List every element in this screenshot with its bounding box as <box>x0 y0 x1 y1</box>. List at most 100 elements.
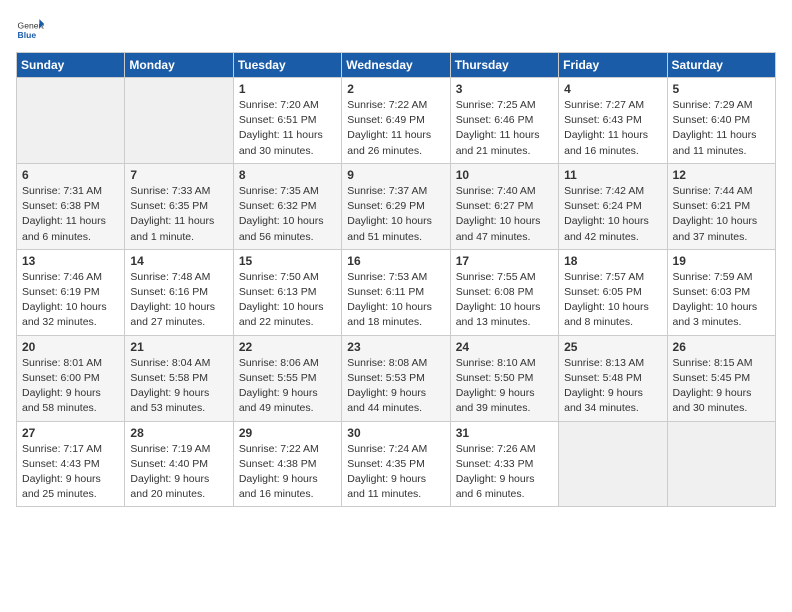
day-number: 11 <box>564 168 661 182</box>
day-number: 19 <box>673 254 770 268</box>
day-number: 26 <box>673 340 770 354</box>
calendar-week-3: 13 Sunrise: 7:46 AM Sunset: 6:19 PM Dayli… <box>17 249 776 335</box>
calendar-cell: 27 Sunrise: 7:17 AM Sunset: 4:43 PM Dayli… <box>17 421 125 507</box>
day-detail: Sunrise: 8:04 AM Sunset: 5:58 PM Dayligh… <box>130 356 227 417</box>
calendar-cell: 9 Sunrise: 7:37 AM Sunset: 6:29 PM Daylig… <box>342 163 450 249</box>
col-header-friday: Friday <box>559 53 667 78</box>
day-detail: Sunrise: 7:24 AM Sunset: 4:35 PM Dayligh… <box>347 442 444 503</box>
day-number: 25 <box>564 340 661 354</box>
calendar-cell: 30Sunrise: 7:24 AM Sunset: 4:35 PM Dayli… <box>342 421 450 507</box>
calendar-cell: 26 Sunrise: 8:15 AM Sunset: 5:45 PM Dayli… <box>667 335 775 421</box>
day-detail: Sunrise: 7:35 AM Sunset: 6:32 PM Dayligh… <box>239 184 336 245</box>
calendar-cell <box>559 421 667 507</box>
day-detail: Sunrise: 7:22 AM Sunset: 6:49 PM Dayligh… <box>347 98 444 159</box>
calendar-cell: 16 Sunrise: 7:53 AM Sunset: 6:11 PM Dayli… <box>342 249 450 335</box>
day-detail: Sunrise: 7:22 AM Sunset: 4:38 PM Dayligh… <box>239 442 336 503</box>
day-detail: Sunrise: 7:40 AM Sunset: 6:27 PM Dayligh… <box>456 184 553 245</box>
day-detail: Sunrise: 8:10 AM Sunset: 5:50 PM Dayligh… <box>456 356 553 417</box>
day-detail: Sunrise: 7:57 AM Sunset: 6:05 PM Dayligh… <box>564 270 661 331</box>
calendar-week-1: 1Sunrise: 7:20 AM Sunset: 6:51 PM Daylig… <box>17 78 776 164</box>
day-number: 27 <box>22 426 119 440</box>
day-number: 24 <box>456 340 553 354</box>
day-number: 13 <box>22 254 119 268</box>
day-number: 23 <box>347 340 444 354</box>
calendar-cell: 3 Sunrise: 7:25 AM Sunset: 6:46 PM Daylig… <box>450 78 558 164</box>
day-detail: Sunrise: 7:46 AM Sunset: 6:19 PM Dayligh… <box>22 270 119 331</box>
calendar-cell: 2Sunrise: 7:22 AM Sunset: 6:49 PM Daylig… <box>342 78 450 164</box>
calendar-cell: 1Sunrise: 7:20 AM Sunset: 6:51 PM Daylig… <box>233 78 341 164</box>
day-detail: Sunrise: 7:33 AM Sunset: 6:35 PM Dayligh… <box>130 184 227 245</box>
day-number: 6 <box>22 168 119 182</box>
col-header-sunday: Sunday <box>17 53 125 78</box>
calendar-cell: 4 Sunrise: 7:27 AM Sunset: 6:43 PM Daylig… <box>559 78 667 164</box>
day-number: 8 <box>239 168 336 182</box>
page-header: General Blue <box>16 16 776 44</box>
day-number: 17 <box>456 254 553 268</box>
calendar-cell: 7 Sunrise: 7:33 AM Sunset: 6:35 PM Daylig… <box>125 163 233 249</box>
calendar-cell: 31 Sunrise: 7:26 AM Sunset: 4:33 PM Dayli… <box>450 421 558 507</box>
day-detail: Sunrise: 7:42 AM Sunset: 6:24 PM Dayligh… <box>564 184 661 245</box>
calendar-cell: 20 Sunrise: 8:01 AM Sunset: 6:00 PM Dayli… <box>17 335 125 421</box>
day-detail: Sunrise: 7:19 AM Sunset: 4:40 PM Dayligh… <box>130 442 227 503</box>
calendar-cell: 8 Sunrise: 7:35 AM Sunset: 6:32 PM Daylig… <box>233 163 341 249</box>
day-detail: Sunrise: 7:17 AM Sunset: 4:43 PM Dayligh… <box>22 442 119 503</box>
day-detail: Sunrise: 7:48 AM Sunset: 6:16 PM Dayligh… <box>130 270 227 331</box>
calendar-week-5: 27 Sunrise: 7:17 AM Sunset: 4:43 PM Dayli… <box>17 421 776 507</box>
calendar-cell: 5 Sunrise: 7:29 AM Sunset: 6:40 PM Daylig… <box>667 78 775 164</box>
calendar-cell: 22Sunrise: 8:06 AM Sunset: 5:55 PM Dayli… <box>233 335 341 421</box>
day-detail: Sunrise: 7:25 AM Sunset: 6:46 PM Dayligh… <box>456 98 553 159</box>
calendar-cell: 21 Sunrise: 8:04 AM Sunset: 5:58 PM Dayli… <box>125 335 233 421</box>
day-number: 7 <box>130 168 227 182</box>
calendar-cell: 14 Sunrise: 7:48 AM Sunset: 6:16 PM Dayli… <box>125 249 233 335</box>
calendar-cell: 17Sunrise: 7:55 AM Sunset: 6:08 PM Dayli… <box>450 249 558 335</box>
day-detail: Sunrise: 8:08 AM Sunset: 5:53 PM Dayligh… <box>347 356 444 417</box>
calendar-cell <box>125 78 233 164</box>
col-header-thursday: Thursday <box>450 53 558 78</box>
calendar-cell: 29 Sunrise: 7:22 AM Sunset: 4:38 PM Dayli… <box>233 421 341 507</box>
col-header-saturday: Saturday <box>667 53 775 78</box>
logo-icon: General Blue <box>16 16 44 44</box>
day-detail: Sunrise: 7:29 AM Sunset: 6:40 PM Dayligh… <box>673 98 770 159</box>
day-detail: Sunrise: 8:13 AM Sunset: 5:48 PM Dayligh… <box>564 356 661 417</box>
calendar-cell <box>17 78 125 164</box>
day-number: 9 <box>347 168 444 182</box>
day-detail: Sunrise: 7:53 AM Sunset: 6:11 PM Dayligh… <box>347 270 444 331</box>
calendar-cell: 24 Sunrise: 8:10 AM Sunset: 5:50 PM Dayli… <box>450 335 558 421</box>
calendar-week-4: 20 Sunrise: 8:01 AM Sunset: 6:00 PM Dayli… <box>17 335 776 421</box>
calendar-cell: 18Sunrise: 7:57 AM Sunset: 6:05 PM Dayli… <box>559 249 667 335</box>
day-number: 29 <box>239 426 336 440</box>
day-number: 20 <box>22 340 119 354</box>
calendar-cell: 13 Sunrise: 7:46 AM Sunset: 6:19 PM Dayli… <box>17 249 125 335</box>
calendar-cell: 15 Sunrise: 7:50 AM Sunset: 6:13 PM Dayli… <box>233 249 341 335</box>
day-number: 4 <box>564 82 661 96</box>
day-number: 21 <box>130 340 227 354</box>
day-detail: Sunrise: 8:01 AM Sunset: 6:00 PM Dayligh… <box>22 356 119 417</box>
day-number: 16 <box>347 254 444 268</box>
day-detail: Sunrise: 8:15 AM Sunset: 5:45 PM Dayligh… <box>673 356 770 417</box>
svg-text:Blue: Blue <box>18 30 37 40</box>
day-detail: Sunrise: 7:37 AM Sunset: 6:29 PM Dayligh… <box>347 184 444 245</box>
calendar-cell <box>667 421 775 507</box>
col-header-tuesday: Tuesday <box>233 53 341 78</box>
day-number: 12 <box>673 168 770 182</box>
day-number: 14 <box>130 254 227 268</box>
day-detail: Sunrise: 7:59 AM Sunset: 6:03 PM Dayligh… <box>673 270 770 331</box>
day-detail: Sunrise: 7:27 AM Sunset: 6:43 PM Dayligh… <box>564 98 661 159</box>
day-detail: Sunrise: 8:06 AM Sunset: 5:55 PM Dayligh… <box>239 356 336 417</box>
day-number: 5 <box>673 82 770 96</box>
calendar-cell: 12Sunrise: 7:44 AM Sunset: 6:21 PM Dayli… <box>667 163 775 249</box>
day-number: 3 <box>456 82 553 96</box>
day-number: 10 <box>456 168 553 182</box>
day-number: 15 <box>239 254 336 268</box>
col-header-monday: Monday <box>125 53 233 78</box>
day-detail: Sunrise: 7:26 AM Sunset: 4:33 PM Dayligh… <box>456 442 553 503</box>
logo: General Blue <box>16 16 44 44</box>
calendar-cell: 11 Sunrise: 7:42 AM Sunset: 6:24 PM Dayli… <box>559 163 667 249</box>
day-number: 31 <box>456 426 553 440</box>
day-detail: Sunrise: 7:50 AM Sunset: 6:13 PM Dayligh… <box>239 270 336 331</box>
day-detail: Sunrise: 7:20 AM Sunset: 6:51 PM Dayligh… <box>239 98 336 159</box>
calendar-week-2: 6 Sunrise: 7:31 AM Sunset: 6:38 PM Daylig… <box>17 163 776 249</box>
calendar-cell: 28Sunrise: 7:19 AM Sunset: 4:40 PM Dayli… <box>125 421 233 507</box>
day-detail: Sunrise: 7:31 AM Sunset: 6:38 PM Dayligh… <box>22 184 119 245</box>
col-header-wednesday: Wednesday <box>342 53 450 78</box>
